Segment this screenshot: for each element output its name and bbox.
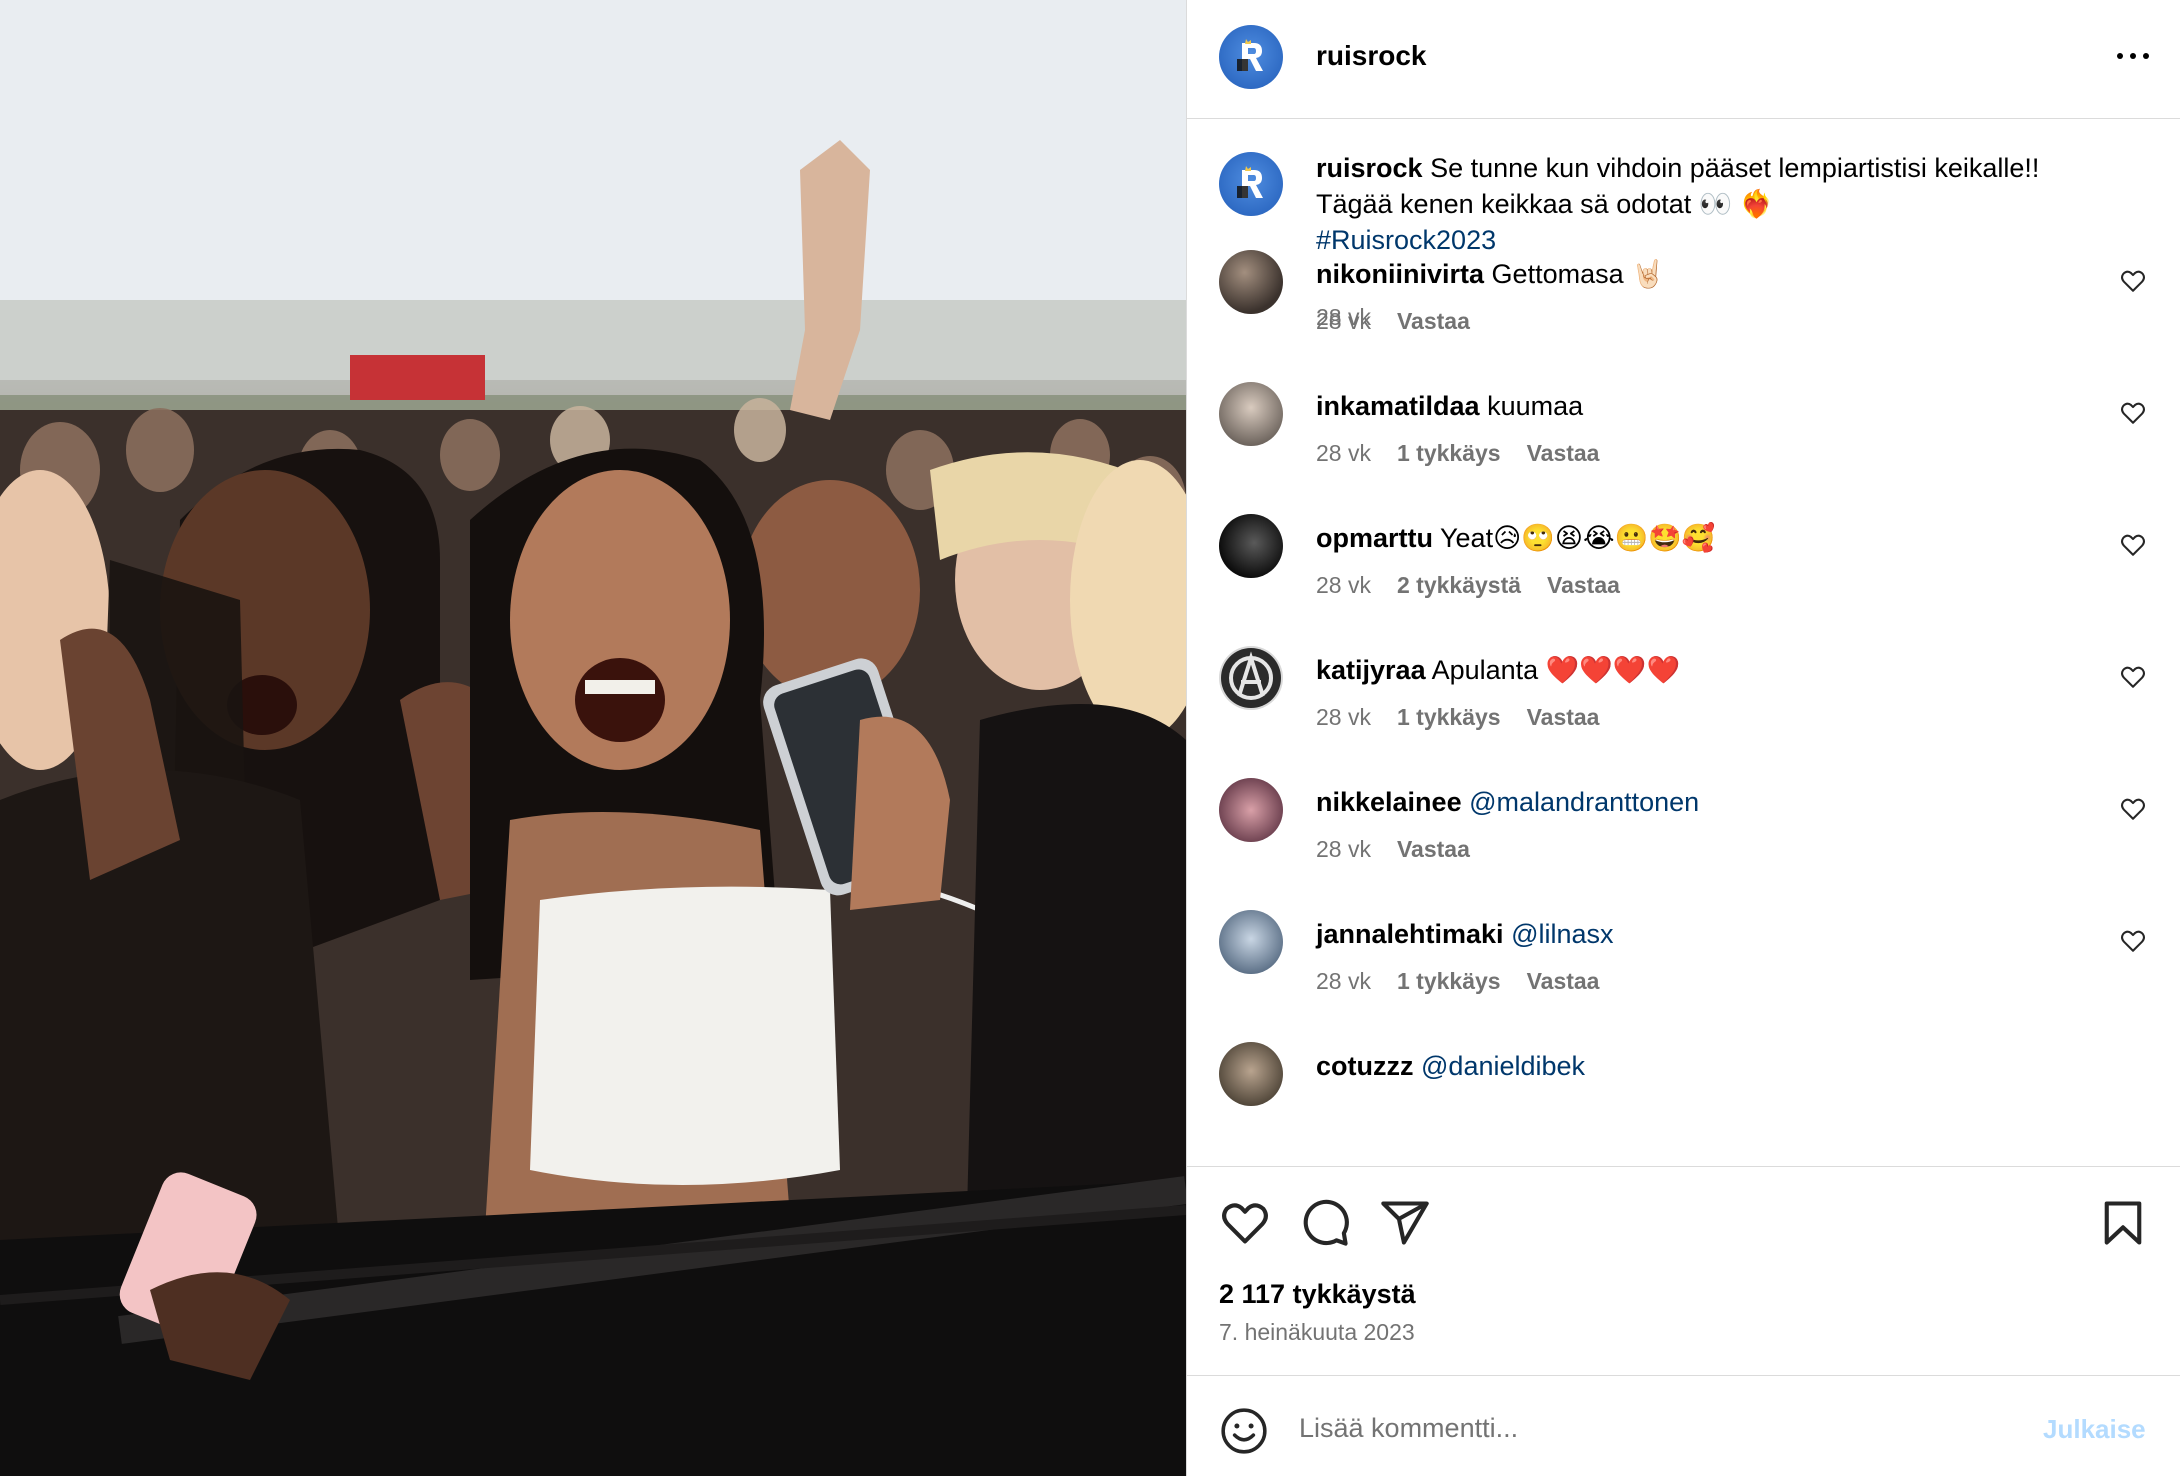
like-count[interactable]: 2 117 tykkäystä bbox=[1219, 1279, 1416, 1310]
comment-mention[interactable]: @lilnasx bbox=[1511, 919, 1613, 949]
comments-section: ruisrock Se tunne kun vihdoin pääset lem… bbox=[1187, 120, 2180, 1165]
comment-item: katijyraa Apulanta ❤️❤️❤️❤️ 28 vk 1 tykk… bbox=[1219, 646, 2149, 766]
comment-username[interactable]: opmarttu bbox=[1316, 523, 1433, 553]
avatar[interactable] bbox=[1219, 514, 1283, 578]
caption-line-1: Se tunne kun vihdoin pääset lempiartisti… bbox=[1430, 153, 2040, 183]
comment-item: jannalehtimaki @lilnasx 28 vk 1 tykkäys … bbox=[1219, 910, 2149, 1030]
ruisrock-logo[interactable] bbox=[1219, 152, 1283, 216]
comment-username[interactable]: jannalehtimaki bbox=[1316, 919, 1504, 949]
comment-mention[interactable]: @danieldibek bbox=[1421, 1051, 1585, 1081]
comment-time: 28 vk bbox=[1316, 968, 1371, 994]
comment-item: opmarttu Yeat😥🙄😫😭😬🤩🥰 28 vk 2 tykkäystä V… bbox=[1219, 514, 2149, 634]
emoji-icon[interactable] bbox=[1219, 1406, 1269, 1456]
heart-icon[interactable] bbox=[2120, 268, 2146, 294]
comment-username[interactable]: nikoniinivirta bbox=[1316, 259, 1484, 289]
post-comment-button[interactable]: Julkaise bbox=[2043, 1414, 2146, 1445]
heart-icon[interactable] bbox=[2120, 796, 2146, 822]
caption-text: ruisrock Se tunne kun vihdoin pääset lem… bbox=[1316, 150, 2136, 258]
comment-text: Gettomasa 🤘🏻 bbox=[1491, 259, 1665, 289]
comment-likes[interactable]: 1 tykkäys bbox=[1397, 440, 1501, 467]
heart-icon[interactable] bbox=[2120, 664, 2146, 690]
comment-item: cotuzzz @danieldibek bbox=[1219, 1042, 2149, 1162]
comment-text: kuumaa bbox=[1487, 391, 1584, 421]
caption-username[interactable]: ruisrock bbox=[1316, 153, 1423, 183]
comment-time: 28 vk bbox=[1316, 308, 1371, 334]
crowd-photo-illustration bbox=[0, 0, 1186, 1476]
caption-line-2: Tägää kenen keikkaa sä odotat 👀 ❤️‍🔥 bbox=[1316, 189, 1774, 219]
reply-button[interactable]: Vastaa bbox=[1547, 572, 1620, 599]
comment-text: Yeat😥🙄😫😭😬🤩🥰 bbox=[1440, 523, 1716, 553]
comment-time: 28 vk bbox=[1316, 836, 1371, 862]
comment-username[interactable]: nikkelainee bbox=[1316, 787, 1462, 817]
comment-input[interactable] bbox=[1299, 1400, 1999, 1456]
comment-time: 28 vk bbox=[1316, 572, 1371, 598]
ruisrock-logo[interactable] bbox=[1219, 25, 1283, 89]
post-side-panel: ruisrock ruisrock Se tunne kun vihdoin p… bbox=[1186, 0, 2180, 1476]
comment-item: nikoniinivirta Gettomasa 🤘🏻 28 vk Vastaa bbox=[1219, 250, 2149, 370]
avatar[interactable] bbox=[1219, 1042, 1283, 1106]
comment-text: Apulanta ❤️❤️❤️❤️ bbox=[1431, 655, 1681, 685]
comment-time: 28 vk bbox=[1316, 704, 1371, 730]
avatar[interactable] bbox=[1219, 250, 1283, 314]
comment-mention[interactable]: @malandranttonen bbox=[1469, 787, 1699, 817]
comment-username[interactable]: inkamatildaa bbox=[1316, 391, 1480, 421]
avatar[interactable] bbox=[1219, 778, 1283, 842]
share-icon[interactable] bbox=[1379, 1197, 1431, 1249]
bookmark-icon[interactable] bbox=[2097, 1197, 2149, 1249]
post-author-username[interactable]: ruisrock bbox=[1316, 40, 1427, 72]
reply-button[interactable]: Vastaa bbox=[1527, 440, 1600, 467]
reply-button[interactable]: Vastaa bbox=[1397, 308, 1470, 335]
post-actions: 2 117 tykkäystä 7. heinäkuuta 2023 Julka… bbox=[1187, 1166, 2180, 1476]
heart-icon[interactable] bbox=[1219, 1197, 1271, 1249]
ruisrock-logo-mark bbox=[1237, 166, 1263, 198]
avatar[interactable] bbox=[1219, 910, 1283, 974]
reply-button[interactable]: Vastaa bbox=[1527, 968, 1600, 995]
post-header: ruisrock bbox=[1187, 0, 2180, 119]
comment-item: nikkelainee @malandranttonen 28 vk Vasta… bbox=[1219, 778, 2149, 898]
comment-username[interactable]: cotuzzz bbox=[1316, 1051, 1414, 1081]
more-icon[interactable] bbox=[2110, 44, 2156, 68]
comment-likes[interactable]: 1 tykkäys bbox=[1397, 704, 1501, 731]
post-photo[interactable] bbox=[0, 0, 1186, 1476]
comment-username[interactable]: katijyraa bbox=[1316, 655, 1426, 685]
comment-item: inkamatildaa kuumaa 28 vk 1 tykkäys Vast… bbox=[1219, 382, 2149, 502]
comment-likes[interactable]: 2 tykkäystä bbox=[1397, 572, 1521, 599]
avatar[interactable] bbox=[1219, 646, 1283, 710]
post-date: 7. heinäkuuta 2023 bbox=[1219, 1319, 1415, 1345]
heart-icon[interactable] bbox=[2120, 928, 2146, 954]
heart-icon[interactable] bbox=[2120, 400, 2146, 426]
heart-icon[interactable] bbox=[2120, 532, 2146, 558]
anarchy-avatar-icon bbox=[1221, 648, 1281, 708]
reply-button[interactable]: Vastaa bbox=[1527, 704, 1600, 731]
comment-likes[interactable]: 1 tykkäys bbox=[1397, 968, 1501, 995]
comment-time: 28 vk bbox=[1316, 440, 1371, 466]
add-comment-bar: Julkaise bbox=[1187, 1375, 2180, 1476]
ruisrock-logo-mark bbox=[1237, 39, 1263, 71]
reply-button[interactable]: Vastaa bbox=[1397, 836, 1470, 863]
comment-icon[interactable] bbox=[1299, 1197, 1351, 1249]
avatar[interactable] bbox=[1219, 382, 1283, 446]
